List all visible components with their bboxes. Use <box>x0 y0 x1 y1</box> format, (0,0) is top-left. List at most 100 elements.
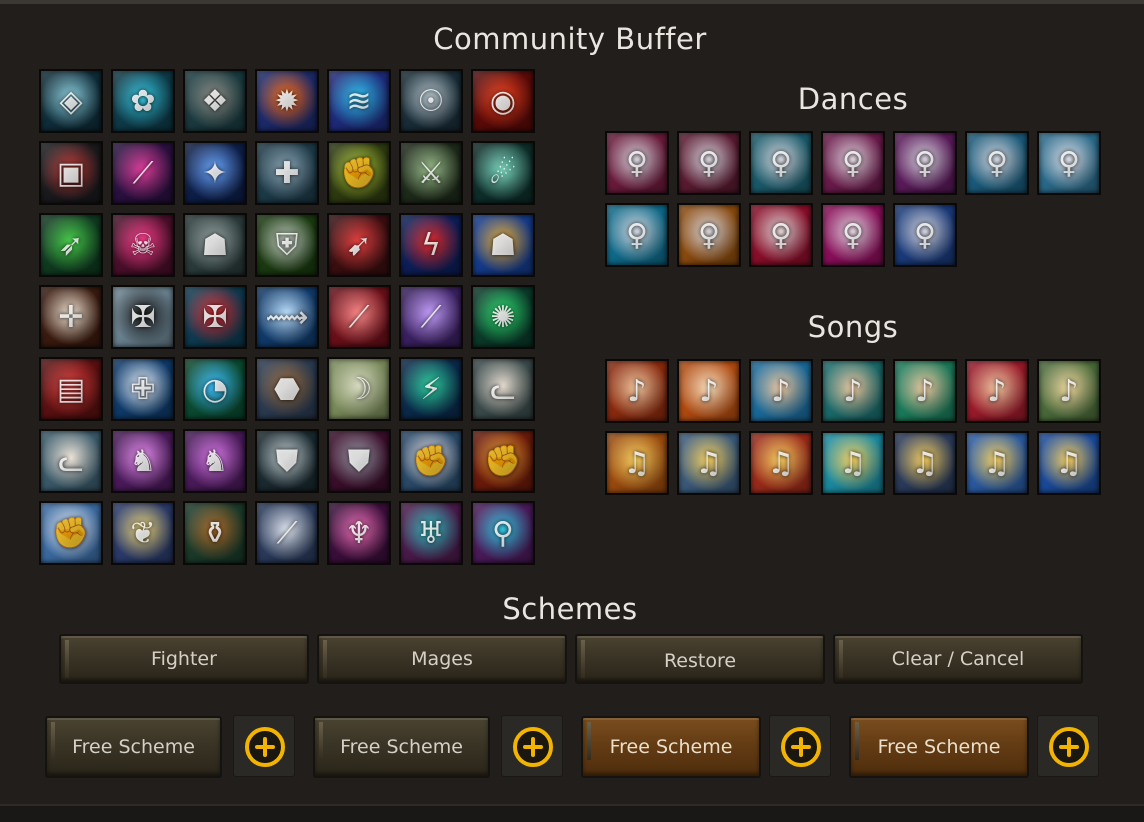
song-13-icon[interactable]: ♫ <box>965 431 1029 495</box>
pink-unicorn-icon[interactable]: ♞ <box>111 429 175 493</box>
pink-slash-icon[interactable]: ⟋ <box>111 141 175 205</box>
song-4-icon[interactable]: ♪ <box>821 359 885 423</box>
green-wave-icon[interactable]: ◔ <box>183 357 247 421</box>
plus-circle-icon <box>781 727 821 767</box>
silver-shield-icon[interactable]: ⛊ <box>255 429 319 493</box>
dance-1-icon[interactable]: ♀ <box>605 131 669 195</box>
dance-6-icon[interactable]: ♀ <box>965 131 1029 195</box>
song-14-icon[interactable]: ♫ <box>1037 431 1101 495</box>
cyan-wheel-icon[interactable]: ✿ <box>111 69 175 133</box>
stone-wheel-icon[interactable]: ❖ <box>183 69 247 133</box>
rock-shell-icon[interactable]: ⬣ <box>255 357 319 421</box>
dark-cross-icon[interactable]: ✠ <box>111 285 175 349</box>
dance-5-icon[interactable]: ♀ <box>893 131 957 195</box>
mystic-face-icon[interactable]: ☉ <box>399 69 463 133</box>
red-spear-icon[interactable]: ⟋ <box>327 285 391 349</box>
blue-orb-hand-icon[interactable]: ✦ <box>183 141 247 205</box>
silver-spear-icon[interactable]: ⟋ <box>255 501 319 565</box>
add-scheme-button-3[interactable] <box>769 715 831 777</box>
stone-golem-icon[interactable]: ☗ <box>183 213 247 277</box>
fighter-button[interactable]: Fighter <box>59 634 309 684</box>
song-8-icon[interactable]: ♫ <box>605 431 669 495</box>
song-9-glyph: ♫ <box>695 445 723 481</box>
free-scheme-button-2[interactable]: Free Scheme <box>313 716 490 778</box>
free-scheme-button-1[interactable]: Free Scheme <box>45 716 222 778</box>
wind-spiral-icon[interactable]: ☄ <box>471 141 535 205</box>
red-arrow-icon[interactable]: ➹ <box>327 213 391 277</box>
green-thorn-icon[interactable]: ✺ <box>471 285 535 349</box>
dance-7-icon[interactable]: ♀ <box>1037 131 1101 195</box>
song-3-icon[interactable]: ♪ <box>749 359 813 423</box>
fire-cross-glyph: ✛ <box>58 299 84 335</box>
mace-glyph: ✚ <box>274 155 300 191</box>
free-scheme-button-4[interactable]: Free Scheme <box>849 716 1029 778</box>
clay-pot-icon[interactable]: ⚱ <box>183 501 247 565</box>
mages-button[interactable]: Mages <box>317 634 567 684</box>
skull-flame-icon[interactable]: ☠ <box>111 213 175 277</box>
blue-golem-icon[interactable]: ☗ <box>471 213 535 277</box>
pink-unicorn-glyph: ♞ <box>129 443 157 479</box>
restore-button[interactable]: Restore <box>575 634 825 684</box>
pink-angel-icon[interactable]: ♆ <box>327 501 391 565</box>
dance-10-icon[interactable]: ♀ <box>749 203 813 267</box>
fist-fire-icon[interactable]: ✊ <box>471 429 535 493</box>
red-lightning-icon[interactable]: ϟ <box>399 213 463 277</box>
dance-4-icon[interactable]: ♀ <box>821 131 885 195</box>
red-rune-icon[interactable]: ▣ <box>39 141 103 205</box>
dance-3-icon[interactable]: ♀ <box>749 131 813 195</box>
pink-horse-icon[interactable]: ♞ <box>183 429 247 493</box>
fire-eye-icon[interactable]: ◉ <box>471 69 535 133</box>
blue-wing-icon[interactable]: ⟿ <box>255 285 319 349</box>
dance-2-icon[interactable]: ♀ <box>677 131 741 195</box>
blue-cross-disc-icon[interactable]: ✙ <box>111 357 175 421</box>
purple-blade-icon[interactable]: ⟋ <box>399 285 463 349</box>
add-scheme-button-2[interactable] <box>501 715 563 777</box>
water-swirl-icon[interactable]: ≋ <box>327 69 391 133</box>
fire-cross-icon[interactable]: ✛ <box>39 285 103 349</box>
song-12-icon[interactable]: ♫ <box>893 431 957 495</box>
red-cross-icon[interactable]: ✠ <box>183 285 247 349</box>
blue-wing-glyph: ⟿ <box>265 299 309 335</box>
fist-ice-icon[interactable]: ✊ <box>399 429 463 493</box>
free-scheme-button-3[interactable]: Free Scheme <box>581 716 761 778</box>
flame-swirl-icon[interactable]: ✹ <box>255 69 319 133</box>
knight-helm-icon[interactable]: ⛨ <box>255 213 319 277</box>
crimson-shield-icon[interactable]: ⛊ <box>327 429 391 493</box>
cyan-staff-icon[interactable]: ⚲ <box>471 501 535 565</box>
green-spear-icon[interactable]: ➶ <box>39 213 103 277</box>
golden-wing-icon[interactable]: ❦ <box>111 501 175 565</box>
teal-eagle-icon[interactable]: ♅ <box>399 501 463 565</box>
clear-cancel-button[interactable]: Clear / Cancel <box>833 634 1083 684</box>
song-6-icon[interactable]: ♪ <box>965 359 1029 423</box>
add-scheme-button-4[interactable] <box>1037 715 1099 777</box>
clay-pot-glyph: ⚱ <box>202 515 228 551</box>
fist-sky-icon[interactable]: ✊ <box>39 501 103 565</box>
dance-4-glyph: ♀ <box>842 145 864 181</box>
mace-icon[interactable]: ✚ <box>255 141 319 205</box>
green-blade-icon[interactable]: ⚔ <box>399 141 463 205</box>
dance-11-icon[interactable]: ♀ <box>821 203 885 267</box>
green-vine-icon[interactable]: ⚡ <box>399 357 463 421</box>
spirit-ghost-icon[interactable]: ☽ <box>327 357 391 421</box>
song-5-icon[interactable]: ♪ <box>893 359 957 423</box>
song-11-icon[interactable]: ♫ <box>821 431 885 495</box>
cyan-staff-glyph: ⚲ <box>492 515 514 551</box>
dance-9-glyph: ♀ <box>698 217 720 253</box>
white-cat-icon[interactable]: ᓚ <box>39 429 103 493</box>
song-7-icon[interactable]: ♪ <box>1037 359 1101 423</box>
add-scheme-button-1[interactable] <box>233 715 295 777</box>
fist-strike-icon[interactable]: ✊ <box>327 141 391 205</box>
song-2-icon[interactable]: ♪ <box>677 359 741 423</box>
cat-face-icon[interactable]: ᓚ <box>471 357 535 421</box>
song-9-icon[interactable]: ♫ <box>677 431 741 495</box>
song-1-icon[interactable]: ♪ <box>605 359 669 423</box>
red-rune-block-icon[interactable]: ▤ <box>39 357 103 421</box>
dance-8-icon[interactable]: ♀ <box>605 203 669 267</box>
dance-9-icon[interactable]: ♀ <box>677 203 741 267</box>
song-10-icon[interactable]: ♫ <box>749 431 813 495</box>
white-cat-glyph: ᓚ <box>58 443 84 479</box>
water-swirl-glyph: ≋ <box>346 83 372 119</box>
golden-wing-glyph: ❦ <box>130 515 156 551</box>
shield-rune-icon[interactable]: ◈ <box>39 69 103 133</box>
dance-12-icon[interactable]: ♀ <box>893 203 957 267</box>
